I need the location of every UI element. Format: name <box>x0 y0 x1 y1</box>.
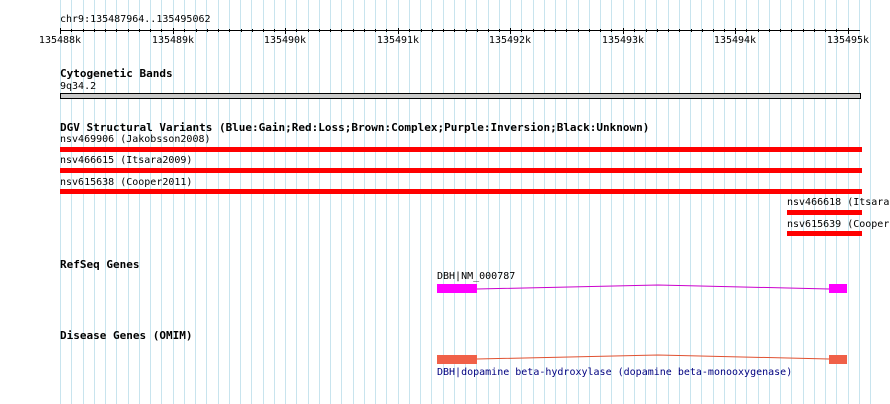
refseq-exon-2[interactable] <box>829 284 847 293</box>
genome-browser-view: chr9:135487964..135495062 135488k 135489k… <box>0 0 890 404</box>
omim-exon-2[interactable] <box>829 355 847 364</box>
omim-track-title[interactable]: Disease Genes (OMIM) <box>60 329 192 342</box>
refseq-intron-line <box>476 284 830 290</box>
refseq-exon-1[interactable] <box>437 284 477 293</box>
omim-intron-line <box>476 354 830 360</box>
omim-exon-1[interactable] <box>437 355 477 364</box>
gene-intron-lines <box>476 284 830 360</box>
omim-gene-label[interactable]: DBH|dopamine beta-hydroxylase (dopamine … <box>437 367 792 378</box>
